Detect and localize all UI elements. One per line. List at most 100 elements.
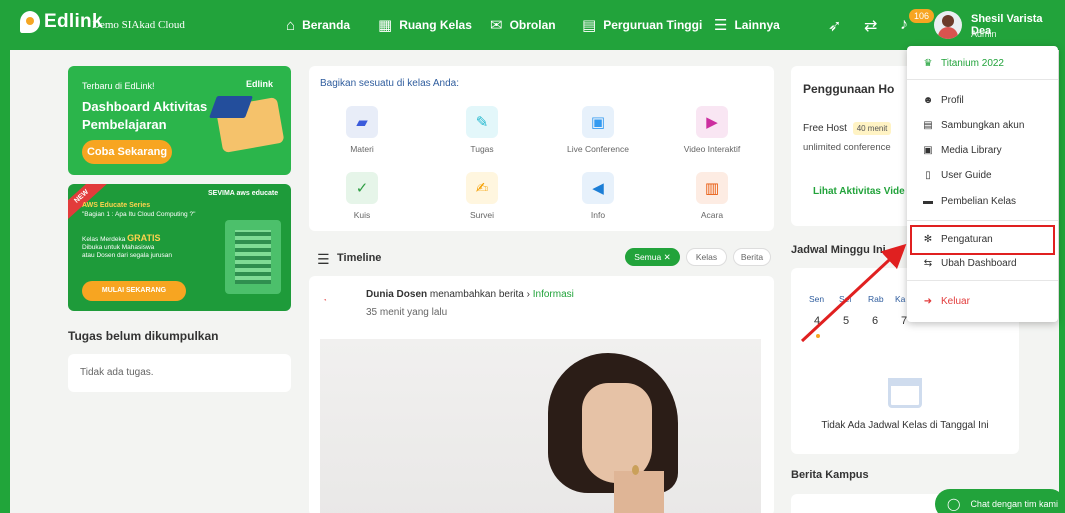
- premium-label: Titanium 2022: [941, 58, 1004, 69]
- home-icon: ⌂: [286, 16, 296, 34]
- day-label: Sen: [809, 294, 825, 304]
- conference-icon: ▣: [582, 106, 614, 138]
- share-action-label: Video Interaktif: [683, 144, 741, 154]
- edlink-logo[interactable]: Edlink: [20, 11, 103, 33]
- usage-plan: Free Host 40 menit: [803, 122, 892, 135]
- calendar-empty-icon: [888, 378, 922, 408]
- usage-plan-label: Free Host: [803, 123, 847, 134]
- menu-sambungkan-akun[interactable]: ▤ Sambungkan akun: [921, 120, 1024, 131]
- chat-with-team-button[interactable]: ◯ Chat dengan tim kami: [935, 489, 1065, 513]
- photo-face: [582, 383, 652, 483]
- divider: [907, 79, 1058, 80]
- pending-tasks-box: Tidak ada tugas.: [68, 354, 291, 392]
- share-video-interaktif-button[interactable]: ▶ Video Interaktif: [667, 106, 757, 154]
- menu-label: Pembelian Kelas: [941, 196, 1017, 207]
- share-action-label: Materi: [350, 144, 374, 154]
- date-cell[interactable]: 4: [814, 315, 820, 327]
- share-tugas-button[interactable]: ✎ Tugas: [437, 106, 527, 154]
- nav-lainnya[interactable]: ☰ Lainnya: [714, 0, 780, 50]
- menu-label: Profil: [941, 95, 964, 106]
- date-cell[interactable]: 5: [843, 315, 849, 327]
- chat-label: Chat dengan tim kami: [970, 499, 1058, 509]
- timeline-icon: ☰: [317, 251, 330, 267]
- try-now-button[interactable]: Coba Sekarang: [82, 140, 172, 164]
- ticket-icon: ▬: [923, 196, 933, 207]
- promo-description: Kelas Merdeka GRATIS Dibuka untuk Mahasi…: [82, 234, 202, 260]
- swap-icon: ⇆: [923, 258, 933, 269]
- menu-ubah-dashboard[interactable]: ⇆ Ubah Dashboard: [921, 258, 1017, 269]
- promo-aws-banner[interactable]: NEW SEVIMA aws educate AWS Educate Serie…: [68, 184, 291, 311]
- usage-sub: unlimited conference: [803, 142, 891, 153]
- filter-label: Semua: [634, 252, 662, 262]
- menu-media-library[interactable]: ▣ Media Library: [921, 145, 1001, 156]
- day-label: Sel: [839, 294, 852, 304]
- filter-berita-chip[interactable]: Berita: [733, 248, 771, 266]
- post-author-line: Dunia Dosen menambahkan berita › Informa…: [366, 289, 574, 300]
- nav-label: Beranda: [302, 18, 351, 32]
- nav-label: Perguruan Tinggi: [603, 18, 703, 32]
- share-action-label: Live Conference: [567, 144, 629, 154]
- top-navigation-bar: Edlink Demo SIAkad Cloud ⌂ Beranda ▦ Rua…: [0, 0, 1065, 50]
- nav-label: Obrolan: [509, 18, 556, 32]
- menu-keluar[interactable]: ➜ Keluar: [921, 296, 970, 307]
- chat-bubble-icon: ◯: [947, 497, 961, 511]
- promo-partner-brand: SEVIMA aws educate: [208, 190, 279, 197]
- avatar[interactable]: [934, 11, 962, 39]
- post-author[interactable]: Dunia Dosen: [366, 289, 427, 300]
- filter-all-chip[interactable]: Semua ✕: [625, 248, 680, 266]
- quiz-icon: ✓: [346, 172, 378, 204]
- share-materi-button[interactable]: ▰ Materi: [317, 106, 407, 154]
- share-survei-button[interactable]: ✍ Survei: [437, 172, 527, 220]
- nav-perguruan-tinggi[interactable]: ▤ Perguruan Tinggi: [582, 0, 702, 50]
- share-info-button[interactable]: ◀ Info: [553, 172, 643, 220]
- promo-brand: Edlink: [245, 79, 273, 89]
- switch-icon[interactable]: ⇄: [864, 16, 877, 36]
- share-action-label: Info: [590, 210, 606, 220]
- share-action-label: Kuis: [353, 210, 371, 220]
- promo-tagline: Terbaru di EdLink!: [82, 81, 155, 91]
- promo-line3: atau Dosen dari segala jurusan: [82, 252, 172, 259]
- filter-kelas-chip[interactable]: Kelas: [686, 248, 727, 266]
- bell-icon[interactable]: ♪: [900, 16, 908, 34]
- promo-free-label: GRATIS: [127, 233, 161, 243]
- premium-plan-item[interactable]: ♛ Titanium 2022: [921, 58, 1004, 69]
- share-kuis-button[interactable]: ✓ Kuis: [317, 172, 407, 220]
- close-icon[interactable]: ✕: [664, 252, 671, 262]
- post-category[interactable]: Informasi: [533, 289, 574, 300]
- frame-left: [0, 0, 10, 513]
- photo-neck: [614, 471, 664, 513]
- menu-pembelian-kelas[interactable]: ▬ Pembelian Kelas: [921, 196, 1016, 207]
- nav-beranda[interactable]: ⌂ Beranda: [286, 0, 350, 50]
- day-label: Ka: [895, 294, 906, 304]
- dunia-dosen-logo: ◔: [323, 298, 327, 304]
- frame-right: [1059, 0, 1065, 513]
- date-cell[interactable]: 6: [872, 315, 878, 327]
- share-action-label: Tugas: [470, 144, 494, 154]
- profile-dropdown-menu: ♛ Titanium 2022 ☻ Profil ▤ Sambungkan ak…: [907, 46, 1058, 322]
- nav-label: Lainnya: [734, 18, 780, 32]
- usage-plan-tag: 40 menit: [852, 122, 892, 135]
- rocket-icon[interactable]: ➶: [828, 16, 841, 36]
- menu-profil[interactable]: ☻ Profil: [921, 95, 964, 106]
- user-role: Admin: [971, 29, 997, 39]
- menu-label: Keluar: [941, 296, 970, 307]
- view-video-activity-link[interactable]: Lihat Aktivitas Vide: [813, 186, 905, 197]
- menu-label: Ubah Dashboard: [941, 258, 1017, 269]
- nav-ruang-kelas[interactable]: ▦ Ruang Kelas: [378, 0, 472, 50]
- building-icon: ▤: [582, 17, 597, 34]
- task-icon: ✎: [466, 106, 498, 138]
- nav-obrolan[interactable]: ✉ Obrolan: [490, 0, 556, 50]
- menu-label: Sambungkan akun: [941, 120, 1025, 131]
- share-live-conference-button[interactable]: ▣ Live Conference: [553, 106, 643, 154]
- no-schedule-message: Tidak Ada Jadwal Kelas di Tanggal Ini: [821, 420, 989, 431]
- promo-line1: Kelas Merdeka: [82, 236, 126, 243]
- settings-highlight-box: [910, 225, 1055, 255]
- post-image[interactable]: [320, 339, 761, 513]
- logout-icon: ➜: [923, 296, 933, 307]
- classroom-icon: ▦: [378, 17, 393, 34]
- pending-tasks-empty: Tidak ada tugas.: [80, 367, 154, 378]
- share-acara-button[interactable]: ▥ Acara: [667, 172, 757, 220]
- start-now-button[interactable]: MULAI SEKARANG: [82, 281, 186, 301]
- menu-user-guide[interactable]: ▯ User Guide: [921, 170, 991, 181]
- promo-dashboard-banner[interactable]: Terbaru di EdLink! Edlink Dashboard Akti…: [68, 66, 291, 175]
